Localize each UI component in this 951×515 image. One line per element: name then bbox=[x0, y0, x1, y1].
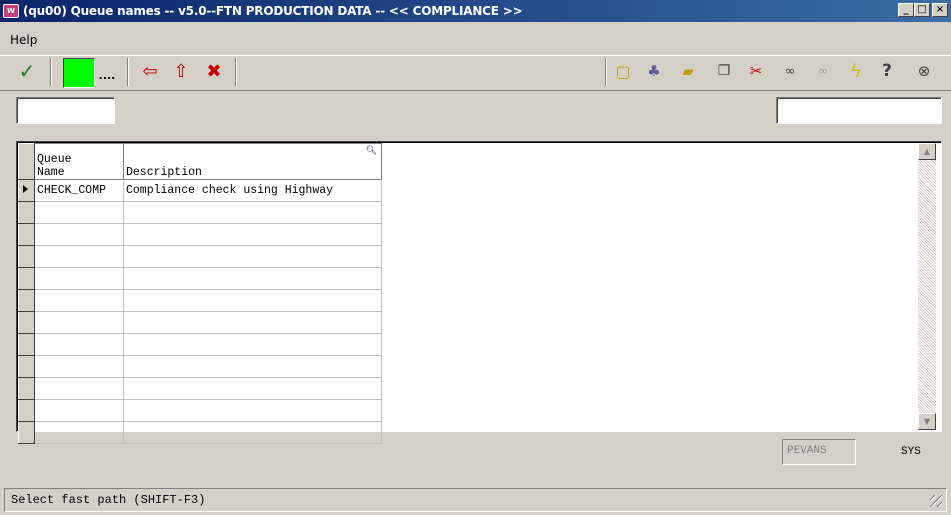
left-input[interactable] bbox=[16, 97, 115, 124]
table-row[interactable] bbox=[18, 289, 382, 312]
table-row[interactable] bbox=[18, 377, 382, 400]
queue-name-cell[interactable] bbox=[34, 399, 124, 422]
view-icon[interactable]: ∞ bbox=[778, 58, 802, 84]
row-selector[interactable] bbox=[18, 223, 35, 246]
column-header-queue-name[interactable]: Queue Name bbox=[34, 143, 124, 180]
back-1-icon[interactable]: ⇦ bbox=[137, 58, 163, 84]
queue-name-cell[interactable] bbox=[34, 289, 124, 312]
description-cell[interactable] bbox=[123, 333, 382, 356]
table-row[interactable] bbox=[18, 311, 382, 334]
ellipsis-button[interactable]: .... bbox=[97, 62, 117, 88]
user-field: PEVANS bbox=[782, 439, 856, 465]
description-cell[interactable] bbox=[123, 311, 382, 334]
description-cell[interactable] bbox=[123, 245, 382, 268]
queue-grid: Queue Name 🔍︎ Description CHECK_COMP Comp… bbox=[18, 143, 382, 444]
cut-icon[interactable]: ✂ bbox=[745, 58, 767, 84]
up-2-icon[interactable]: ⇧ bbox=[170, 58, 192, 84]
current-row-icon bbox=[23, 185, 28, 193]
scroll-up-button[interactable]: ▲ bbox=[918, 143, 936, 160]
table-row[interactable] bbox=[18, 355, 382, 378]
window-title: (qu00) Queue names -- v5.0--FTN PRODUCTI… bbox=[23, 4, 523, 18]
check-icon[interactable]: ✓ bbox=[14, 58, 40, 84]
queue-name-cell[interactable] bbox=[34, 355, 124, 378]
new-icon[interactable]: ▢ bbox=[612, 58, 634, 84]
sys-label: SYS bbox=[901, 446, 921, 458]
queue-name-cell[interactable] bbox=[34, 201, 124, 224]
help-icon[interactable]: ? bbox=[876, 58, 898, 84]
close-button[interactable]: × bbox=[932, 3, 948, 17]
queue-name-cell[interactable] bbox=[34, 333, 124, 356]
delete-icon[interactable]: ✖ bbox=[203, 58, 225, 84]
row-selector[interactable] bbox=[18, 311, 35, 334]
row-selector[interactable] bbox=[18, 355, 35, 378]
row-header-corner bbox=[18, 143, 35, 180]
description-cell[interactable] bbox=[123, 421, 382, 444]
status-bar: Select fast path (SHIFT-F3) bbox=[4, 488, 947, 512]
menu-help[interactable]: Help bbox=[10, 33, 37, 47]
description-cell[interactable] bbox=[123, 223, 382, 246]
scroll-down-button[interactable]: ▼ bbox=[918, 413, 936, 430]
row-selector[interactable] bbox=[18, 421, 35, 444]
row-selector[interactable] bbox=[18, 179, 35, 202]
queue-name-cell[interactable] bbox=[34, 223, 124, 246]
description-cell[interactable] bbox=[123, 399, 382, 422]
green-field[interactable] bbox=[63, 58, 95, 88]
title-bar: W (qu00) Queue names -- v5.0--FTN PRODUC… bbox=[0, 0, 951, 22]
lightning-icon[interactable]: ϟ bbox=[844, 58, 868, 84]
toolbar-separator bbox=[127, 58, 129, 86]
queue-name-cell[interactable] bbox=[34, 377, 124, 400]
maximize-button[interactable]: □ bbox=[914, 3, 930, 17]
table-row[interactable]: CHECK_COMP Compliance check using Highway bbox=[18, 179, 382, 202]
table-row[interactable] bbox=[18, 223, 382, 246]
toolbar-separator bbox=[605, 58, 607, 86]
toolbar-separator bbox=[235, 58, 237, 86]
row-selector[interactable] bbox=[18, 333, 35, 356]
description-cell[interactable] bbox=[123, 201, 382, 224]
table-row[interactable] bbox=[18, 201, 382, 224]
queue-name-cell[interactable] bbox=[34, 421, 124, 444]
tree-icon[interactable]: ♣ bbox=[643, 58, 665, 84]
right-input[interactable] bbox=[776, 97, 942, 124]
vertical-scrollbar[interactable]: ▲ ▼ bbox=[918, 143, 936, 430]
row-selector[interactable] bbox=[18, 289, 35, 312]
resize-grip[interactable] bbox=[930, 495, 942, 507]
description-cell[interactable] bbox=[123, 267, 382, 290]
minimize-button[interactable]: _ bbox=[898, 3, 914, 17]
window-controls: _ □ × bbox=[898, 3, 948, 17]
table-row[interactable] bbox=[18, 267, 382, 290]
view-disabled-icon: ∞ bbox=[817, 63, 829, 79]
row-selector[interactable] bbox=[18, 201, 35, 224]
row-selector[interactable] bbox=[18, 245, 35, 268]
row-selector[interactable] bbox=[18, 267, 35, 290]
table-row[interactable] bbox=[18, 399, 382, 422]
queue-name-cell[interactable] bbox=[34, 245, 124, 268]
open-folder-icon[interactable]: ▰ bbox=[677, 58, 699, 84]
toolbar-separator bbox=[50, 58, 52, 86]
row-selector[interactable] bbox=[18, 377, 35, 400]
app-icon: W bbox=[3, 4, 19, 18]
queue-name-cell[interactable] bbox=[34, 267, 124, 290]
copy-icon[interactable]: ❐ bbox=[713, 58, 735, 84]
row-selector[interactable] bbox=[18, 399, 35, 422]
table-row[interactable] bbox=[18, 333, 382, 356]
status-text: Select fast path (SHIFT-F3) bbox=[11, 493, 206, 507]
table-row[interactable] bbox=[18, 421, 382, 444]
table-row[interactable] bbox=[18, 245, 382, 268]
search-icon[interactable]: 🔍︎ bbox=[366, 146, 377, 156]
grid-header-row: Queue Name 🔍︎ Description bbox=[18, 143, 382, 180]
queue-name-cell[interactable]: CHECK_COMP bbox=[34, 179, 124, 202]
queue-name-cell[interactable] bbox=[34, 311, 124, 334]
description-cell[interactable] bbox=[123, 355, 382, 378]
column-header-description[interactable]: 🔍︎ Description bbox=[123, 143, 382, 180]
description-cell[interactable]: Compliance check using Highway bbox=[123, 179, 382, 202]
description-cell[interactable] bbox=[123, 289, 382, 312]
description-cell[interactable] bbox=[123, 377, 382, 400]
find-icon[interactable]: ⊗ bbox=[911, 58, 937, 84]
